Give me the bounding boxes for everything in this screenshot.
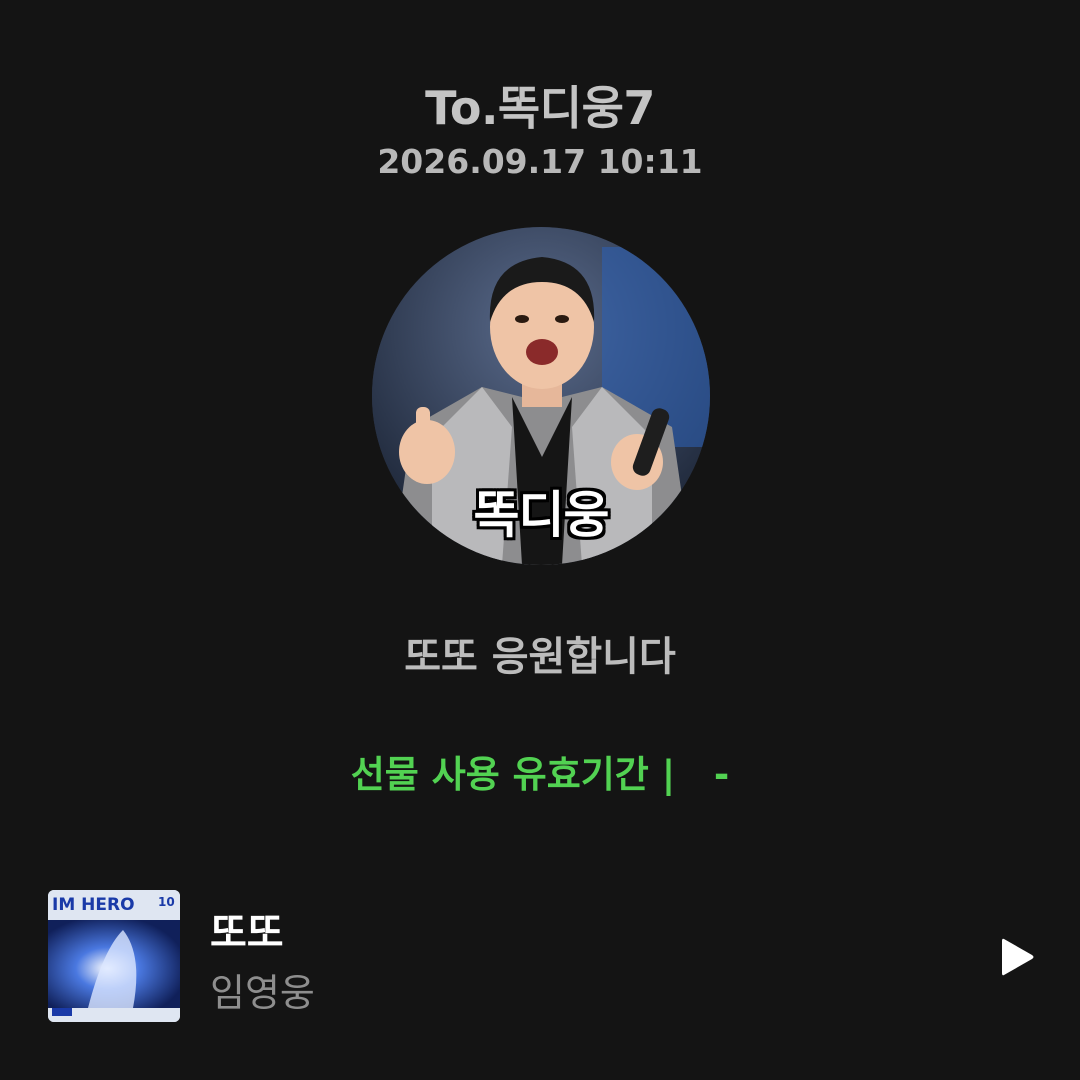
play-icon bbox=[1002, 938, 1034, 976]
music-track-row[interactable]: IM HERO 10 또또 임영웅 bbox=[48, 890, 1048, 1025]
gift-validity: 선물 사용 유효기간 | - bbox=[350, 753, 730, 796]
recipient-title: To.똑디웅7 bbox=[425, 81, 655, 135]
track-title: 또또 bbox=[210, 910, 284, 956]
gift-message: 또또 응원합니다 bbox=[404, 634, 676, 680]
play-button[interactable] bbox=[992, 932, 1042, 982]
avatar-caption: 똑디웅 bbox=[473, 486, 610, 544]
album-art: IM HERO 10 bbox=[48, 890, 180, 1022]
track-artist: 임영웅 bbox=[210, 971, 315, 1015]
profile-avatar: 똑디웅 bbox=[372, 227, 710, 565]
album-art-number: 10 bbox=[158, 895, 175, 909]
sent-timestamp: 2026.09.17 10:11 bbox=[377, 142, 703, 181]
album-art-title: IM HERO bbox=[52, 895, 135, 915]
